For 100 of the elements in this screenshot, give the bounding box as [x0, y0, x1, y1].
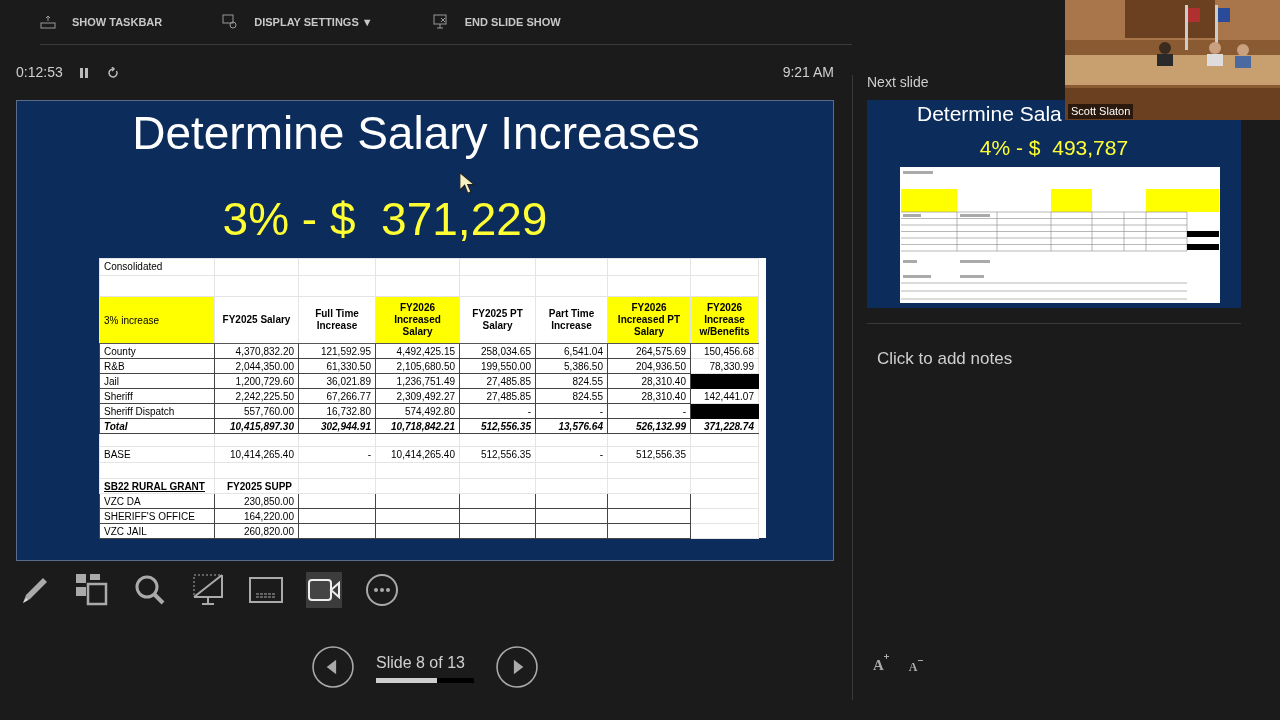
- table-cell: 142,441.07: [690, 388, 759, 404]
- slide-grid-icon: [74, 572, 110, 608]
- table-cell: 10,415,897.30: [214, 418, 299, 434]
- more-icon: [364, 572, 400, 608]
- column-header: FY2026 Increase w/Benefits: [690, 296, 759, 344]
- toolbar-button[interactable]: [190, 572, 226, 608]
- table-cell: -: [535, 446, 608, 463]
- table-cell: 36,021.89: [298, 373, 376, 389]
- taskbar-icon: [40, 14, 56, 30]
- table-cell: 2,105,680.50: [375, 358, 460, 374]
- column-header: FY2025 Salary: [214, 296, 299, 344]
- table-cell: SHERIFF'S OFFICE: [99, 508, 215, 524]
- table-cell: 61,330.50: [298, 358, 376, 374]
- monitor-gear-icon: [222, 14, 239, 30]
- table-cell: Sheriff Dispatch: [99, 403, 215, 419]
- column-header: 3% increase: [99, 296, 215, 344]
- table-cell: SB22 RURAL GRANT: [99, 478, 215, 494]
- table-cell: 13,576.64: [535, 418, 608, 434]
- table-cell: 258,034.65: [459, 343, 536, 359]
- toolbar-button[interactable]: [364, 572, 400, 608]
- thumbnail-subtitle: 4% - $ 493,787: [979, 136, 1129, 160]
- column-header: FY2026 Increased PT Salary: [607, 296, 691, 344]
- table-cell: 1,200,729.60: [214, 373, 299, 389]
- table-cell: 2,242,225.50: [214, 388, 299, 404]
- table-cell: 260,820.00: [214, 523, 299, 539]
- table-cell: 121,592.95: [298, 343, 376, 359]
- table-cell: 557,760.00: [214, 403, 299, 419]
- clock-time: 9:21 AM: [782, 63, 834, 82]
- plus-icon: [883, 653, 889, 659]
- toolbar-button[interactable]: [306, 572, 342, 608]
- slide-title: Determine Salary Increases: [132, 106, 700, 161]
- monitor-slash-icon: [190, 572, 226, 608]
- table-cell: 2,309,492.27: [375, 388, 460, 404]
- column-header: Full Time Increase: [298, 296, 376, 344]
- column-header: FY2026 Increased Salary: [375, 296, 460, 344]
- table-cell: -: [298, 446, 376, 463]
- thumbnail-title: Determine Sala: [917, 102, 1062, 125]
- table-cell: 6,541.04: [535, 343, 608, 359]
- column-header: FY2025 PT Salary: [459, 296, 536, 344]
- table-cell: BASE: [99, 446, 215, 463]
- notes-placeholder[interactable]: Click to add notes: [877, 346, 1280, 372]
- table-cell: 204,936.50: [607, 358, 691, 374]
- table-cell: 371,228.74: [690, 418, 759, 434]
- elapsed-timer: 0:12:53: [16, 63, 63, 82]
- table-cell: 5,386.50: [535, 358, 608, 374]
- table-cell: 10,718,842.21: [375, 418, 460, 434]
- previous-slide-button[interactable]: [312, 646, 354, 688]
- table-cell: 526,132.99: [607, 418, 691, 434]
- toolbar-button[interactable]: END SLIDE SHOW: [432, 13, 561, 31]
- table-cell: 512,556.35: [459, 418, 536, 434]
- next-slide-label: Next slide: [867, 75, 930, 89]
- table-cell: 2,044,350.00: [214, 358, 299, 374]
- slide-counter: Slide 8 of 13: [376, 653, 466, 673]
- table-cell: 574,492.80: [375, 403, 460, 419]
- table-cell: -: [535, 403, 608, 419]
- next-slide-button[interactable]: [496, 646, 538, 688]
- table-cell: 10,414,265.40: [214, 446, 299, 463]
- table-cell: VZC JAIL: [99, 523, 215, 539]
- toolbar-button[interactable]: DISPLAY SETTINGS ▼: [222, 13, 373, 31]
- table-cell: 230,850.00: [214, 493, 299, 509]
- table-cell: 27,485.85: [459, 388, 536, 404]
- table-cell: 199,550.00: [459, 358, 536, 374]
- decrease-font-button[interactable]: A: [908, 658, 923, 676]
- table-cell: County: [99, 343, 215, 359]
- cursor-icon: [458, 171, 476, 195]
- pause-icon[interactable]: [78, 66, 89, 79]
- table-cell: -: [459, 403, 536, 419]
- table-cell: 4,370,832.20: [214, 343, 299, 359]
- table-cell: 264,575.69: [607, 343, 691, 359]
- table-cell: 150,456.68: [690, 343, 759, 359]
- table-cell: 1,236,751.49: [375, 373, 460, 389]
- table-cell: Total: [99, 418, 215, 434]
- table-cell: 10,414,265.40: [375, 446, 460, 463]
- table-cell: Sheriff: [99, 388, 215, 404]
- table-cell: 28,310.40: [607, 373, 691, 389]
- table-cell: R&B: [99, 358, 215, 374]
- column-header: Part Time Increase: [535, 296, 608, 344]
- table-cell: 302,944.91: [298, 418, 376, 434]
- monitor-close-icon: [432, 14, 449, 30]
- participant-name: Scott Slaton: [1068, 104, 1134, 119]
- table-cell: 824.55: [535, 373, 608, 389]
- table-cell: -: [607, 403, 691, 419]
- table-cell: 4,492,425.15: [375, 343, 460, 359]
- table-caption: Consolidated: [104, 261, 163, 272]
- minus-icon: [917, 658, 923, 663]
- table-cell: VZC DA: [99, 493, 215, 509]
- toolbar-button[interactable]: SHOW TASKBAR: [40, 13, 163, 31]
- table-cell: 16,732.80: [298, 403, 376, 419]
- table-cell: 512,556.35: [459, 446, 536, 463]
- table-cell: FY2025 SUPP: [214, 478, 299, 494]
- slide-subtitle: 3% - $ 371,229: [222, 199, 548, 239]
- increase-font-button[interactable]: A: [873, 653, 889, 676]
- table-cell: 78,330.99: [690, 358, 759, 374]
- table-cell: 164,220.00: [214, 508, 299, 524]
- toolbar-button[interactable]: [74, 572, 110, 608]
- table-cell: Jail: [99, 373, 215, 389]
- table-cell: 67,266.77: [298, 388, 376, 404]
- restart-icon[interactable]: [106, 66, 119, 79]
- table-cell: 28,310.40: [607, 388, 691, 404]
- table-cell: 824.55: [535, 388, 608, 404]
